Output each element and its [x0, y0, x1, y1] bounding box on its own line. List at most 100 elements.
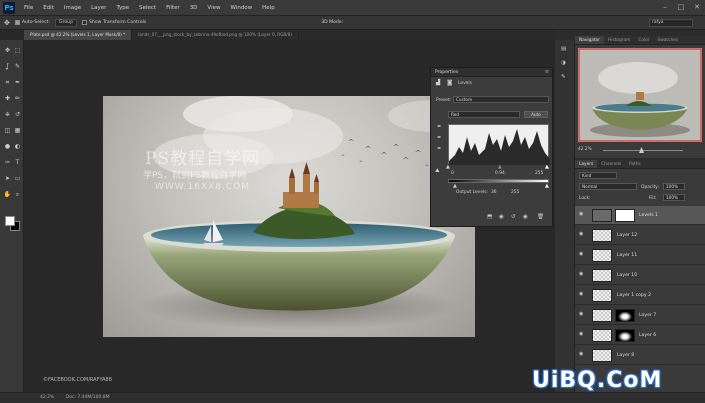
doc-tab-lands[interactable]: lands_07___png_stock_by_sebrina-d9ofbxd.…: [132, 30, 300, 40]
menu-type[interactable]: Type: [111, 5, 134, 11]
zoom-icon[interactable]: ⌕: [13, 190, 22, 199]
menu-layer[interactable]: Layer: [86, 5, 111, 11]
layer-row[interactable]: ◉ Layer 1 copy 2: [575, 286, 705, 305]
layer-filter-dropdown[interactable]: Kind: [579, 172, 617, 179]
layer-mask-thumbnail[interactable]: [615, 209, 635, 222]
mask-icon[interactable]: ◙: [447, 80, 452, 86]
hand-icon[interactable]: ✋: [3, 190, 12, 199]
input-mid-slider-icon[interactable]: ▲: [498, 164, 502, 170]
navigator-zoom-value[interactable]: 42.2%: [578, 147, 592, 152]
navigator-thumbnail[interactable]: [578, 48, 702, 142]
layer-row[interactable]: ◉ Layer 7: [575, 306, 705, 325]
auto-button[interactable]: Auto: [524, 111, 548, 118]
type-icon[interactable]: T: [13, 158, 22, 167]
layer-visibility-icon[interactable]: ◉: [579, 252, 586, 257]
black-eyedropper-icon[interactable]: ✒: [437, 124, 442, 130]
menu-select[interactable]: Select: [134, 5, 161, 11]
preset-dropdown[interactable]: Custom: [453, 96, 549, 103]
fill-field[interactable]: 100%: [663, 194, 685, 201]
white-eyedropper-icon[interactable]: ✒: [437, 146, 442, 152]
brush-icon[interactable]: ✏: [13, 94, 22, 103]
tab-swatches[interactable]: Swatches: [654, 36, 683, 44]
output-white-value[interactable]: 255: [511, 190, 519, 195]
doc-tab-plate[interactable]: Plate.psd @ 42.2% (Levels 1, Layer Mask/…: [24, 30, 133, 40]
tab-histogram[interactable]: Histogram: [604, 36, 634, 44]
menu-3d[interactable]: 3D: [185, 5, 203, 11]
tab-layers[interactable]: Layers: [575, 160, 598, 168]
layer-row[interactable]: ◉ Levels 1: [575, 206, 705, 225]
eraser-icon[interactable]: ◫: [3, 126, 12, 135]
layer-row[interactable]: ◉ Layer 6: [575, 326, 705, 345]
output-white-slider-icon[interactable]: ▲: [545, 183, 549, 189]
history-brush-icon[interactable]: ↺: [13, 110, 22, 119]
auto-select-option[interactable]: Auto-Select:: [14, 20, 50, 25]
input-black-value[interactable]: 0: [451, 171, 454, 176]
layer-row[interactable]: ◉ Layer 12: [575, 226, 705, 245]
maximize-button[interactable]: □: [676, 2, 686, 12]
workspace-dropdown[interactable]: rafya: [649, 19, 693, 27]
menu-file[interactable]: File: [19, 5, 38, 11]
blur-icon[interactable]: ●: [3, 142, 12, 151]
tab-paths[interactable]: Paths: [625, 160, 645, 168]
adjustments-panel-icon[interactable]: ◑: [561, 60, 566, 66]
transform-controls-checkbox[interactable]: [82, 20, 88, 25]
layer-visibility-icon[interactable]: ◉: [579, 332, 586, 337]
healing-icon[interactable]: ✚: [3, 94, 12, 103]
reset-icon[interactable]: ↺: [511, 214, 516, 220]
layer-visibility-icon[interactable]: ◉: [579, 312, 586, 317]
channel-dropdown[interactable]: Red: [448, 111, 520, 118]
gray-eyedropper-icon[interactable]: ✒: [437, 135, 442, 141]
move-tool-icon[interactable]: ✥: [4, 19, 10, 27]
output-black-slider-icon[interactable]: ▲: [453, 183, 457, 189]
quick-select-icon[interactable]: ✎: [13, 62, 22, 71]
input-mid-value[interactable]: 0.94: [495, 171, 505, 176]
lasso-icon[interactable]: ʆ: [3, 62, 12, 71]
layer-mask-thumbnail[interactable]: [615, 309, 635, 322]
foreground-color-swatch[interactable]: [5, 216, 15, 226]
menu-help[interactable]: Help: [257, 5, 280, 11]
close-button[interactable]: ✕: [692, 2, 702, 12]
tab-color[interactable]: Color: [634, 36, 653, 44]
status-zoom[interactable]: 42.2%: [40, 395, 54, 400]
layer-row[interactable]: ◉ Layer 11: [575, 246, 705, 265]
shape-icon[interactable]: ▭: [13, 174, 22, 183]
stamp-icon[interactable]: ⎈: [3, 110, 12, 119]
history-panel-icon[interactable]: ▤: [561, 46, 566, 52]
view-previous-icon[interactable]: ◉: [499, 214, 504, 220]
move-icon[interactable]: ✥: [3, 46, 12, 55]
layer-mask-thumbnail[interactable]: [615, 329, 635, 342]
tab-navigator[interactable]: Navigator: [575, 36, 605, 44]
tab-channels[interactable]: Channels: [597, 160, 625, 168]
blend-mode-dropdown[interactable]: Normal: [579, 183, 637, 190]
auto-select-checkbox[interactable]: [14, 20, 20, 25]
input-white-value[interactable]: 255: [535, 171, 543, 176]
layer-visibility-icon[interactable]: ◉: [579, 272, 586, 277]
menu-edit[interactable]: Edit: [38, 5, 59, 11]
transform-controls-option[interactable]: Show Transform Controls: [82, 20, 146, 25]
path-select-icon[interactable]: ➤: [3, 174, 12, 183]
menu-image[interactable]: Image: [59, 5, 86, 11]
document-canvas[interactable]: PS教程自学网 学PS，就到PS教程自学网 WWW.16XX8.COM: [103, 96, 475, 337]
visibility-icon[interactable]: ◉: [523, 214, 528, 220]
panel-menu-icon[interactable]: ≡: [545, 68, 549, 77]
layer-row[interactable]: ◉ Layer 8: [575, 346, 705, 365]
input-black-slider-icon[interactable]: ▲: [446, 164, 450, 170]
input-white-slider-icon[interactable]: ▲: [545, 164, 549, 170]
layer-visibility-icon[interactable]: ◉: [579, 212, 586, 217]
layer-row[interactable]: ◉ Layer 10: [575, 266, 705, 285]
clip-to-layer-icon[interactable]: ⬒: [487, 214, 492, 220]
minimize-button[interactable]: –: [660, 2, 670, 12]
eyedropper-icon[interactable]: ✒: [13, 78, 22, 87]
brush-panel-icon[interactable]: ✎: [561, 74, 566, 80]
auto-select-dropdown[interactable]: Group: [55, 18, 78, 27]
menu-window[interactable]: Window: [225, 5, 257, 11]
pen-icon[interactable]: ✑: [3, 158, 12, 167]
delete-icon[interactable]: 🗑: [537, 214, 544, 220]
layer-visibility-icon[interactable]: ◉: [579, 232, 586, 237]
marquee-icon[interactable]: ⬚: [13, 46, 22, 55]
output-black-value[interactable]: 36: [491, 190, 497, 195]
layer-visibility-icon[interactable]: ◉: [579, 292, 586, 297]
menu-filter[interactable]: Filter: [161, 5, 185, 11]
clipping-icon[interactable]: ⛰: [435, 168, 440, 175]
crop-icon[interactable]: ⌗: [3, 78, 12, 87]
